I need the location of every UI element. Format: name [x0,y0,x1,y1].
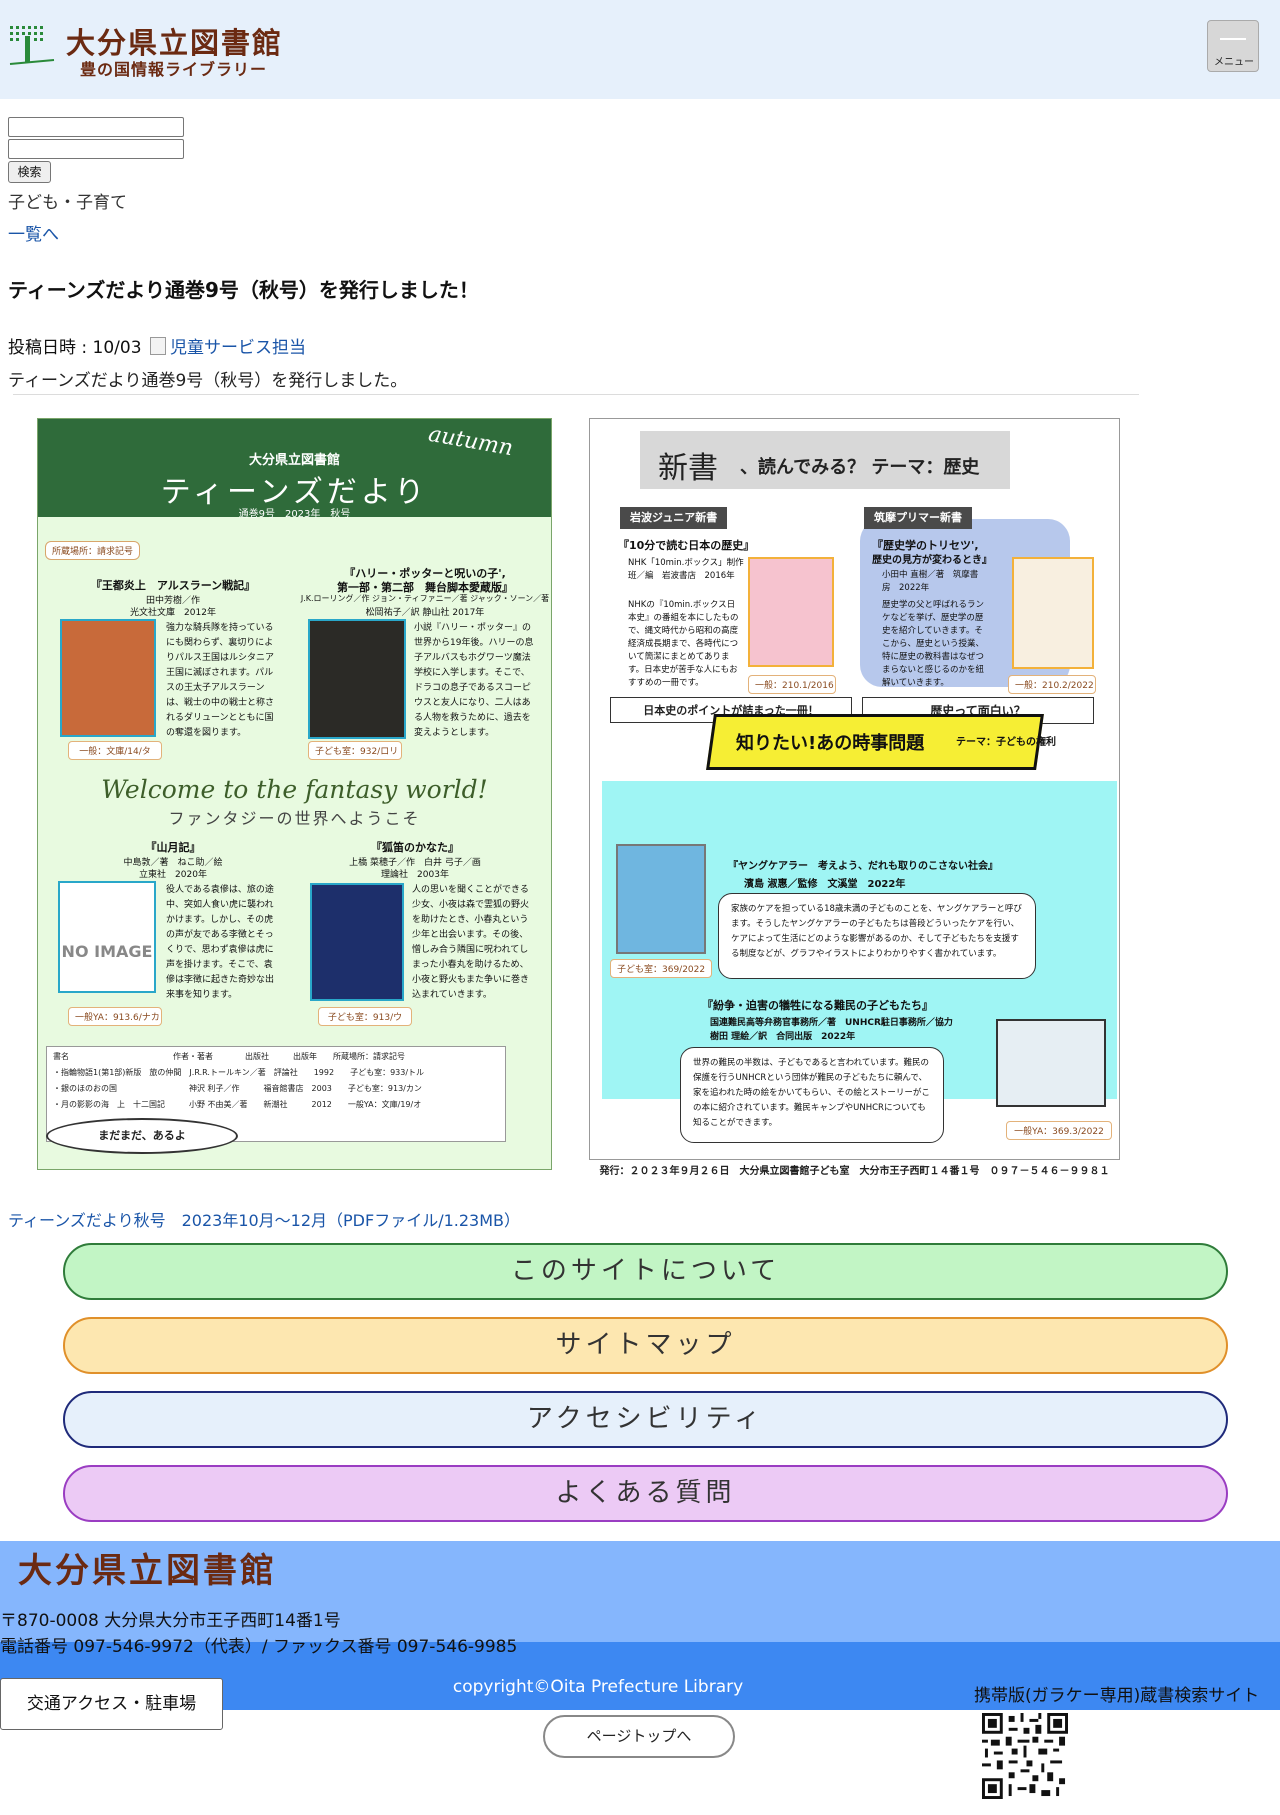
book-meta: 小田中 直樹／著 筑摩書房 2022年 [882,570,979,593]
article-title: ティーンズだより通巻9号（秋号）を発行しました！ [8,278,479,302]
no-image-text: NO IMAGE [61,942,153,961]
series-label: 岩波ジュニア新書 [620,507,728,529]
access-parking-button[interactable]: 交通アクセス・駐車場 [0,1678,223,1730]
call-number: 一般：文庫/14/タ [68,741,162,760]
book-meta: NHK「10min.ボックス」制作班／編 岩波書店 2016年 [628,558,744,581]
table-row: ・銀のほのおの国 神沢 利子／作 福音館書店 2003 子ども室：913/カン [53,1084,422,1093]
faq-button[interactable]: よくある質問 [63,1465,1228,1522]
book-title: 『10分で読む日本の歴史』 [618,539,755,552]
menu-button[interactable]: メニュー [1207,20,1259,72]
series-label: 筑摩プリマー新書 [864,507,972,529]
search-button[interactable]: 検索 [8,161,51,183]
table-header: 書名 作者・著者 出版社 出版年 所蔵場所：請求記号 [53,1052,405,1061]
book-meta: 国連難民高等弁務官事務所／著 UNHCR駐日事務所／協力 [710,1018,953,1028]
topic-banner-title: 知りたい!あの時事問題 [736,733,925,754]
more-books-bubble: まだまだ、あるよ [46,1118,238,1154]
category-label: 子ども・子育て [8,193,127,213]
book-description-bubble: 世界の難民の半数は、子どもであると言われています。難民の保護を行うUNHCRとい… [680,1047,944,1143]
newsletter-issue: 通巻9号 2023年 秋号 [238,509,351,520]
book-cover [616,844,706,954]
book-description-bubble: 家族のケアを担っている18歳未満の子どものことを、ヤングケアラーと呼びます。そう… [718,893,1036,979]
book-meta: 松岡祐子／訳 静山社 2017年 [365,608,485,618]
table-row: ・月の影影の海 上 十二国記 小野 不由美／著 新潮社 2012 一般YA：文庫… [53,1100,422,1109]
divider [13,394,1139,395]
page-top-button[interactable]: ページトップへ [543,1715,735,1758]
call-number: 一般：210.2/2022 [1008,675,1096,694]
book-cover [1012,557,1094,669]
search-input-secondary[interactable] [8,139,184,159]
newsletter-page-right: 新書 、読んでみる？ テーマ：歴史 岩波ジュニア新書 『10分で読む日本の歴史』… [589,418,1120,1160]
location-label: 所蔵場所：請求記号 [45,541,141,560]
logo-subtitle: 豊の国情報ライブラリー [80,60,268,79]
book-meta: 立東社 2020年 [139,870,207,880]
site-header: 大分県立図書館 豊の国情報ライブラリー メニュー [0,0,1280,99]
book-title: 『王都炎上 アルスラーン戦記』 [90,579,256,592]
footer-logo: 大分県立図書館 [18,1551,277,1591]
call-number: 子ども室：369/2022 [610,959,712,978]
qr-code-icon[interactable] [982,1713,1068,1799]
book-cover [996,1019,1106,1107]
book-title: 『狐笛のかなた』 [371,841,459,854]
library-logo-icon [9,26,55,65]
newsletter-page-left: autumn 大分県立図書館 ティーンズだより 通巻9号 2023年 秋号 所蔵… [37,418,552,1170]
article-lead: ティーンズだより通巻9号（秋号）を発行しました。 [8,371,408,391]
footer-phone: 電話番号 097-546-9972（代表）/ ファックス番号 097-546-9… [0,1637,518,1657]
book-description: 強力な騎兵隊を持っているにも関わらず、裏切りによりパルス王国はルシタニア王国に滅… [166,623,275,738]
menu-label: メニュー [1214,57,1254,68]
book-cover [748,557,834,667]
mobile-site-label: 携帯版(ガラケー専用)蔵書検索サイト [974,1686,1260,1706]
search-input[interactable] [8,117,184,137]
broken-image-icon [150,337,166,355]
book-meta: 樹田 理絵／訳 合同出版 2022年 [710,1032,856,1042]
book-description: 小説『ハリー・ポッター』の世界から19年後。ハリーの息子アルバスもホグワーツ魔法… [414,623,534,738]
book-cover [60,619,156,737]
sitemap-button[interactable]: サイトマップ [63,1317,1228,1374]
back-to-list-link[interactable]: 一覧へ [8,220,59,245]
book-meta: 理論社 2003年 [381,870,449,880]
book-cover [310,883,404,1001]
book-meta: 濱島 淑惠／監修 文溪堂 2022年 [744,879,906,890]
shinsho-subheading: 、読んでみる？ テーマ：歴史 [740,457,980,478]
book-description: 歴史学の父と呼ばれるランケなどを挙げ、歴史学の歴史を紹介していきます。そこから、… [882,600,985,688]
about-site-button[interactable]: このサイトについて [63,1243,1228,1300]
menu-icon [1220,38,1246,40]
book-meta: 光文社文庫 2012年 [130,608,216,618]
shinsho-heading: 新書 [658,451,718,486]
author-link[interactable]: 児童サービス担当 [150,333,306,358]
call-number: 子ども室：913/ウ [318,1007,412,1026]
book-title: 『山月記』 [145,841,201,854]
book-description: NHKの『10min.ボックス日本史』の番組を本にしたもので、縄文時代から昭和の… [628,600,739,688]
pdf-link[interactable]: ティーンズだより秋号 2023年10月〜12月（PDFファイル/1.23MB） [8,1207,520,1231]
call-number: 一般YA：913.6/ナカ [68,1007,162,1026]
table-row: ・指輪物語1(第1部)新版 旅の仲間 J.R.R.トールキン／著 評論社 199… [53,1068,425,1077]
book-title: 『ヤングケアラー 考えよう、だれも取りのこさない社会』 [728,861,998,872]
topic-banner-theme: テーマ：子どもの権利 [956,737,1056,748]
newsletter-footer: 発行：２０２３年９月２６日 大分県立図書館子ども室 大分市王子西町１４番１号 ０… [599,1166,1110,1177]
book-meta: J.K.ローリング／作 ジョン・ティファニー／著 ジャック・ソーン／著 [300,594,550,603]
footer-address: 〒870-0008 大分県大分市王子西町14番1号 [0,1611,341,1631]
author-name: 児童サービス担当 [170,338,306,358]
newsletter-org: 大分県立図書館 [248,453,340,468]
book-title-line2: 歴史の見方が変わるとき』 [872,555,992,566]
no-image-placeholder: NO IMAGE [58,881,156,993]
book-cover [308,619,406,739]
book-title: 『紛争・迫害の犠牲になる難民の子どもたち』 [702,999,933,1012]
welcome-subtitle: ファンタジーの世界へようこそ [168,809,421,828]
accessibility-button[interactable]: アクセシビリティ [63,1391,1228,1448]
welcome-text: Welcome to the fantasy world! [101,775,488,804]
call-number: 一般：210.1/2016 [748,675,836,694]
call-number: 子ども室：932/ロリ [308,741,402,760]
post-date: 投稿日時 : 10/03 [8,338,142,358]
site-logo[interactable]: 大分県立図書館 豊の国情報ライブラリー [8,20,308,80]
book-description: 人の思いを聞くことができる少女、小夜は森で霊狐の野火を助けたとき、小春丸という少… [412,885,530,1000]
call-number: 一般YA：369.3/2022 [1006,1121,1112,1140]
book-description: 役人である袁傪は、旅の途中、突如人食い虎に襲われかけます。しかし、その虎の声が友… [166,885,275,1000]
